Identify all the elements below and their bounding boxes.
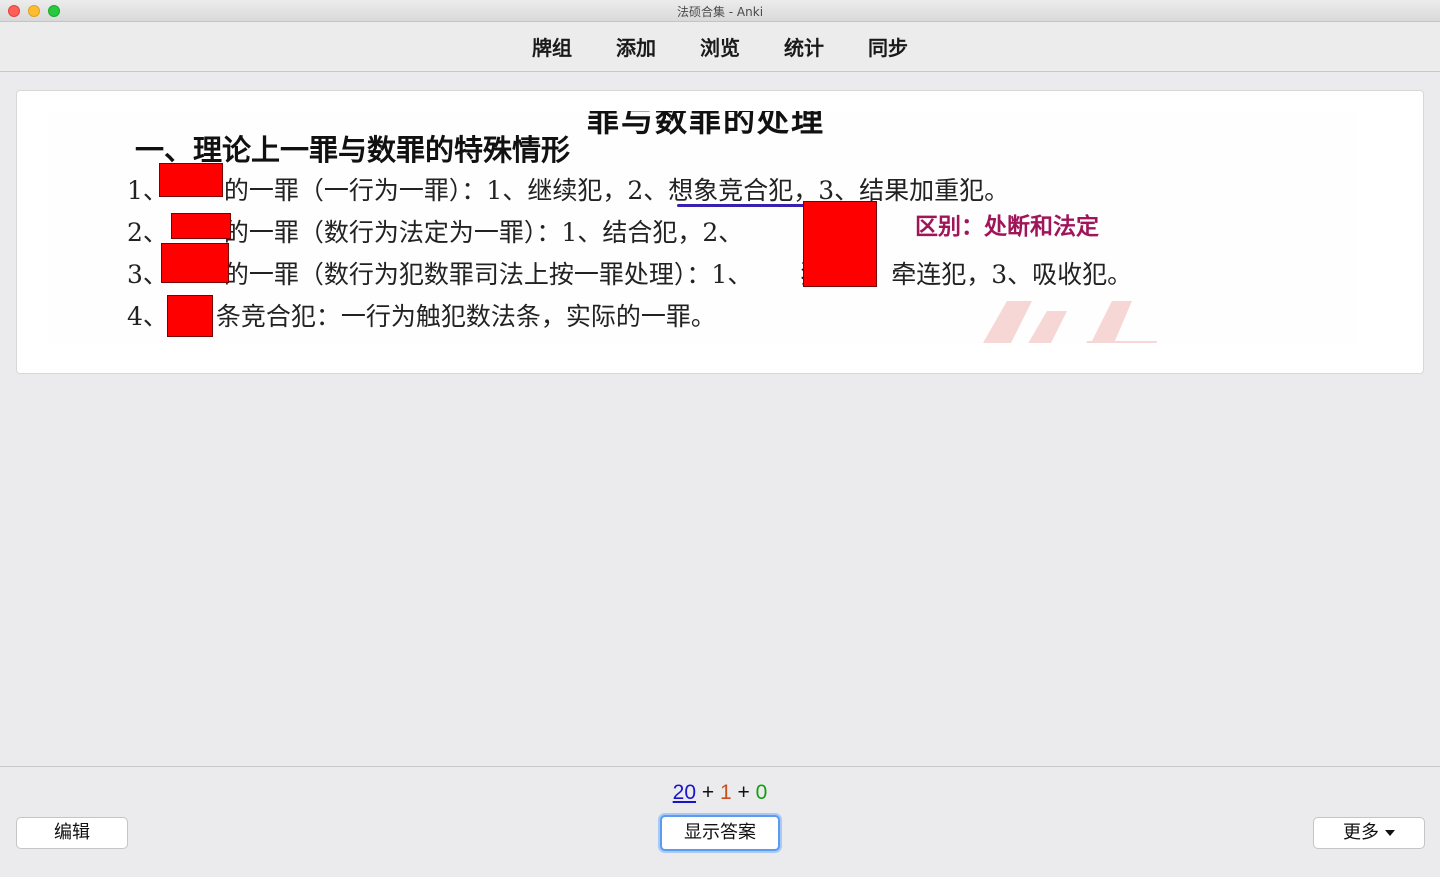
line-1-text: 的一罪（一行为一罪）：1、继续犯，: [223, 176, 628, 205]
card-line-3: 3、 的一罪（数行为犯数罪司法上按一罪处理）：1、 犯，2、牵连犯，3、吸收犯。: [127, 255, 1132, 291]
underline-mark: [677, 204, 805, 207]
title-bar: 法硕合集 - Anki: [0, 0, 1440, 22]
toolbar-sync[interactable]: 同步: [866, 30, 910, 63]
cut-off-heading: 罪与数罪的处理: [587, 111, 826, 139]
learning-count: 1: [719, 781, 732, 804]
line-3-text: 的一罪（数行为犯数罪司法上按一罪处理）：1、: [223, 260, 753, 289]
count-separator: +: [701, 781, 715, 804]
review-bottom-bar: 20 + 1 + 0 编辑 显示答案 更多: [0, 766, 1440, 877]
show-answer-button[interactable]: 显示答案: [660, 815, 780, 851]
occlusion-mask-2[interactable]: [171, 213, 231, 239]
more-button[interactable]: 更多: [1313, 817, 1425, 849]
edit-button[interactable]: 编辑: [16, 817, 128, 849]
occlusion-mask-1[interactable]: [159, 163, 223, 197]
card-line-4: 4、 条竞合犯：一行为触犯数法条，实际的一罪。: [127, 297, 716, 333]
more-label: 更多: [1343, 822, 1379, 843]
card-image: 罪与数罪的处理 一、理论上一罪与数罪的特殊情形 1、 的一罪（一行为一罪）：1、继…: [47, 111, 1357, 343]
window-title: 法硕合集 - Anki: [676, 5, 764, 19]
annotation-note: 区别：处断和法定: [915, 214, 1099, 240]
main-toolbar: 牌组 添加 浏览 统计 同步: [0, 22, 1440, 72]
line-1-underlined: 2、想象竞合犯: [627, 176, 794, 205]
review-card: 罪与数罪的处理 一、理论上一罪与数罪的特殊情形 1、 的一罪（一行为一罪）：1、继…: [16, 90, 1424, 374]
occlusion-mask-4[interactable]: [161, 243, 229, 283]
occlusion-mask-5[interactable]: [167, 295, 213, 337]
toolbar-browse[interactable]: 浏览: [698, 30, 742, 63]
new-count[interactable]: 20: [673, 781, 696, 804]
due-counts: 20 + 1 + 0: [0, 781, 1440, 805]
review-count: 0: [755, 781, 768, 804]
line-4-text: 条竞合犯：一行为触犯数法条，实际的一罪。: [215, 302, 716, 331]
toolbar-stats[interactable]: 统计: [782, 30, 826, 63]
line-4-prefix: 4、: [127, 302, 168, 331]
card-line-2: 2、的一罪（数行为法定为一罪）：1、结合犯，2、犯。: [127, 213, 863, 249]
line-2-text: 的一罪（数行为法定为一罪）：1、结合犯，2、: [223, 218, 744, 247]
chevron-down-icon: [1385, 830, 1395, 836]
count-separator: +: [737, 781, 750, 804]
toolbar-add[interactable]: 添加: [614, 30, 658, 63]
occlusion-mask-3[interactable]: [803, 201, 877, 287]
toolbar-decks[interactable]: 牌组: [530, 30, 574, 63]
